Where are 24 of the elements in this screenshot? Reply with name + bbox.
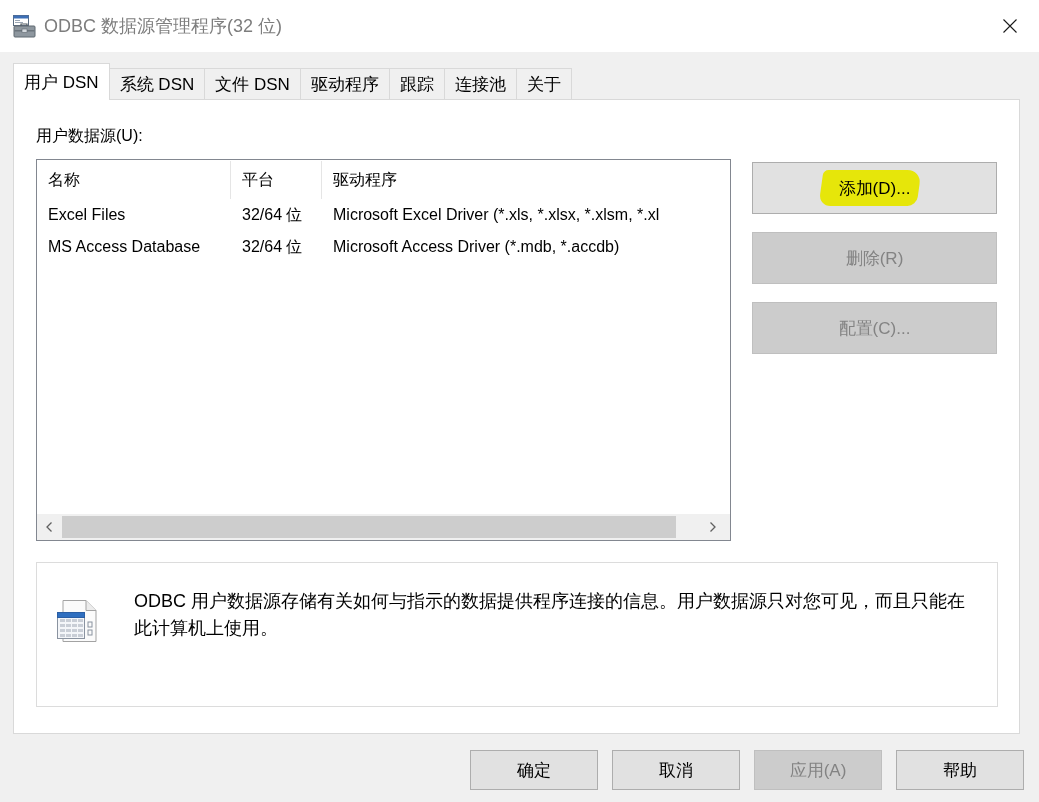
horizontal-scrollbar[interactable] [37,514,730,540]
table-cell-text: 32/64 位 [241,236,304,257]
tab[interactable]: 用户 DSN [13,63,110,100]
table-cell-text: Microsoft Excel Driver (*.xls, *.xlsx, *.xlsm, *.xl [332,205,661,225]
dialog-button[interactable]: 确定 [470,750,598,790]
column-header[interactable]: 平台 [231,161,322,199]
column-header[interactable]: 驱动程序 [322,161,730,199]
action-button[interactable]: 添加(D)... [752,162,997,214]
table-cell-text: MS Access Database [47,237,202,257]
close-icon [1003,19,1017,33]
chevron-left-icon[interactable] [45,522,52,532]
chevron-right-icon[interactable] [710,522,716,532]
window-title: ODBC 数据源管理程序(32 位) [44,15,284,38]
column-header[interactable]: 名称 [37,161,231,199]
dialog-button[interactable]: 取消 [612,750,740,790]
tab[interactable]: 关于 [515,68,572,99]
table-cell-text: Microsoft Access Driver (*.mdb, *.accdb) [332,237,621,257]
table-cell-text: Excel Files [47,205,127,225]
scrollbar-thumb[interactable] [62,516,676,538]
table-cell-text: 32/64 位 [241,204,304,225]
toolbox-icon [12,14,36,38]
list-label: 用户数据源(U): [36,126,144,146]
info-text: ODBC 用户数据源存储有关如何与指示的数据提供程序连接的信息。用户数据源只对您可见，而且只能在此计算机上使用。 [134,590,966,640]
dialog-button[interactable]: 帮助 [896,750,1024,790]
